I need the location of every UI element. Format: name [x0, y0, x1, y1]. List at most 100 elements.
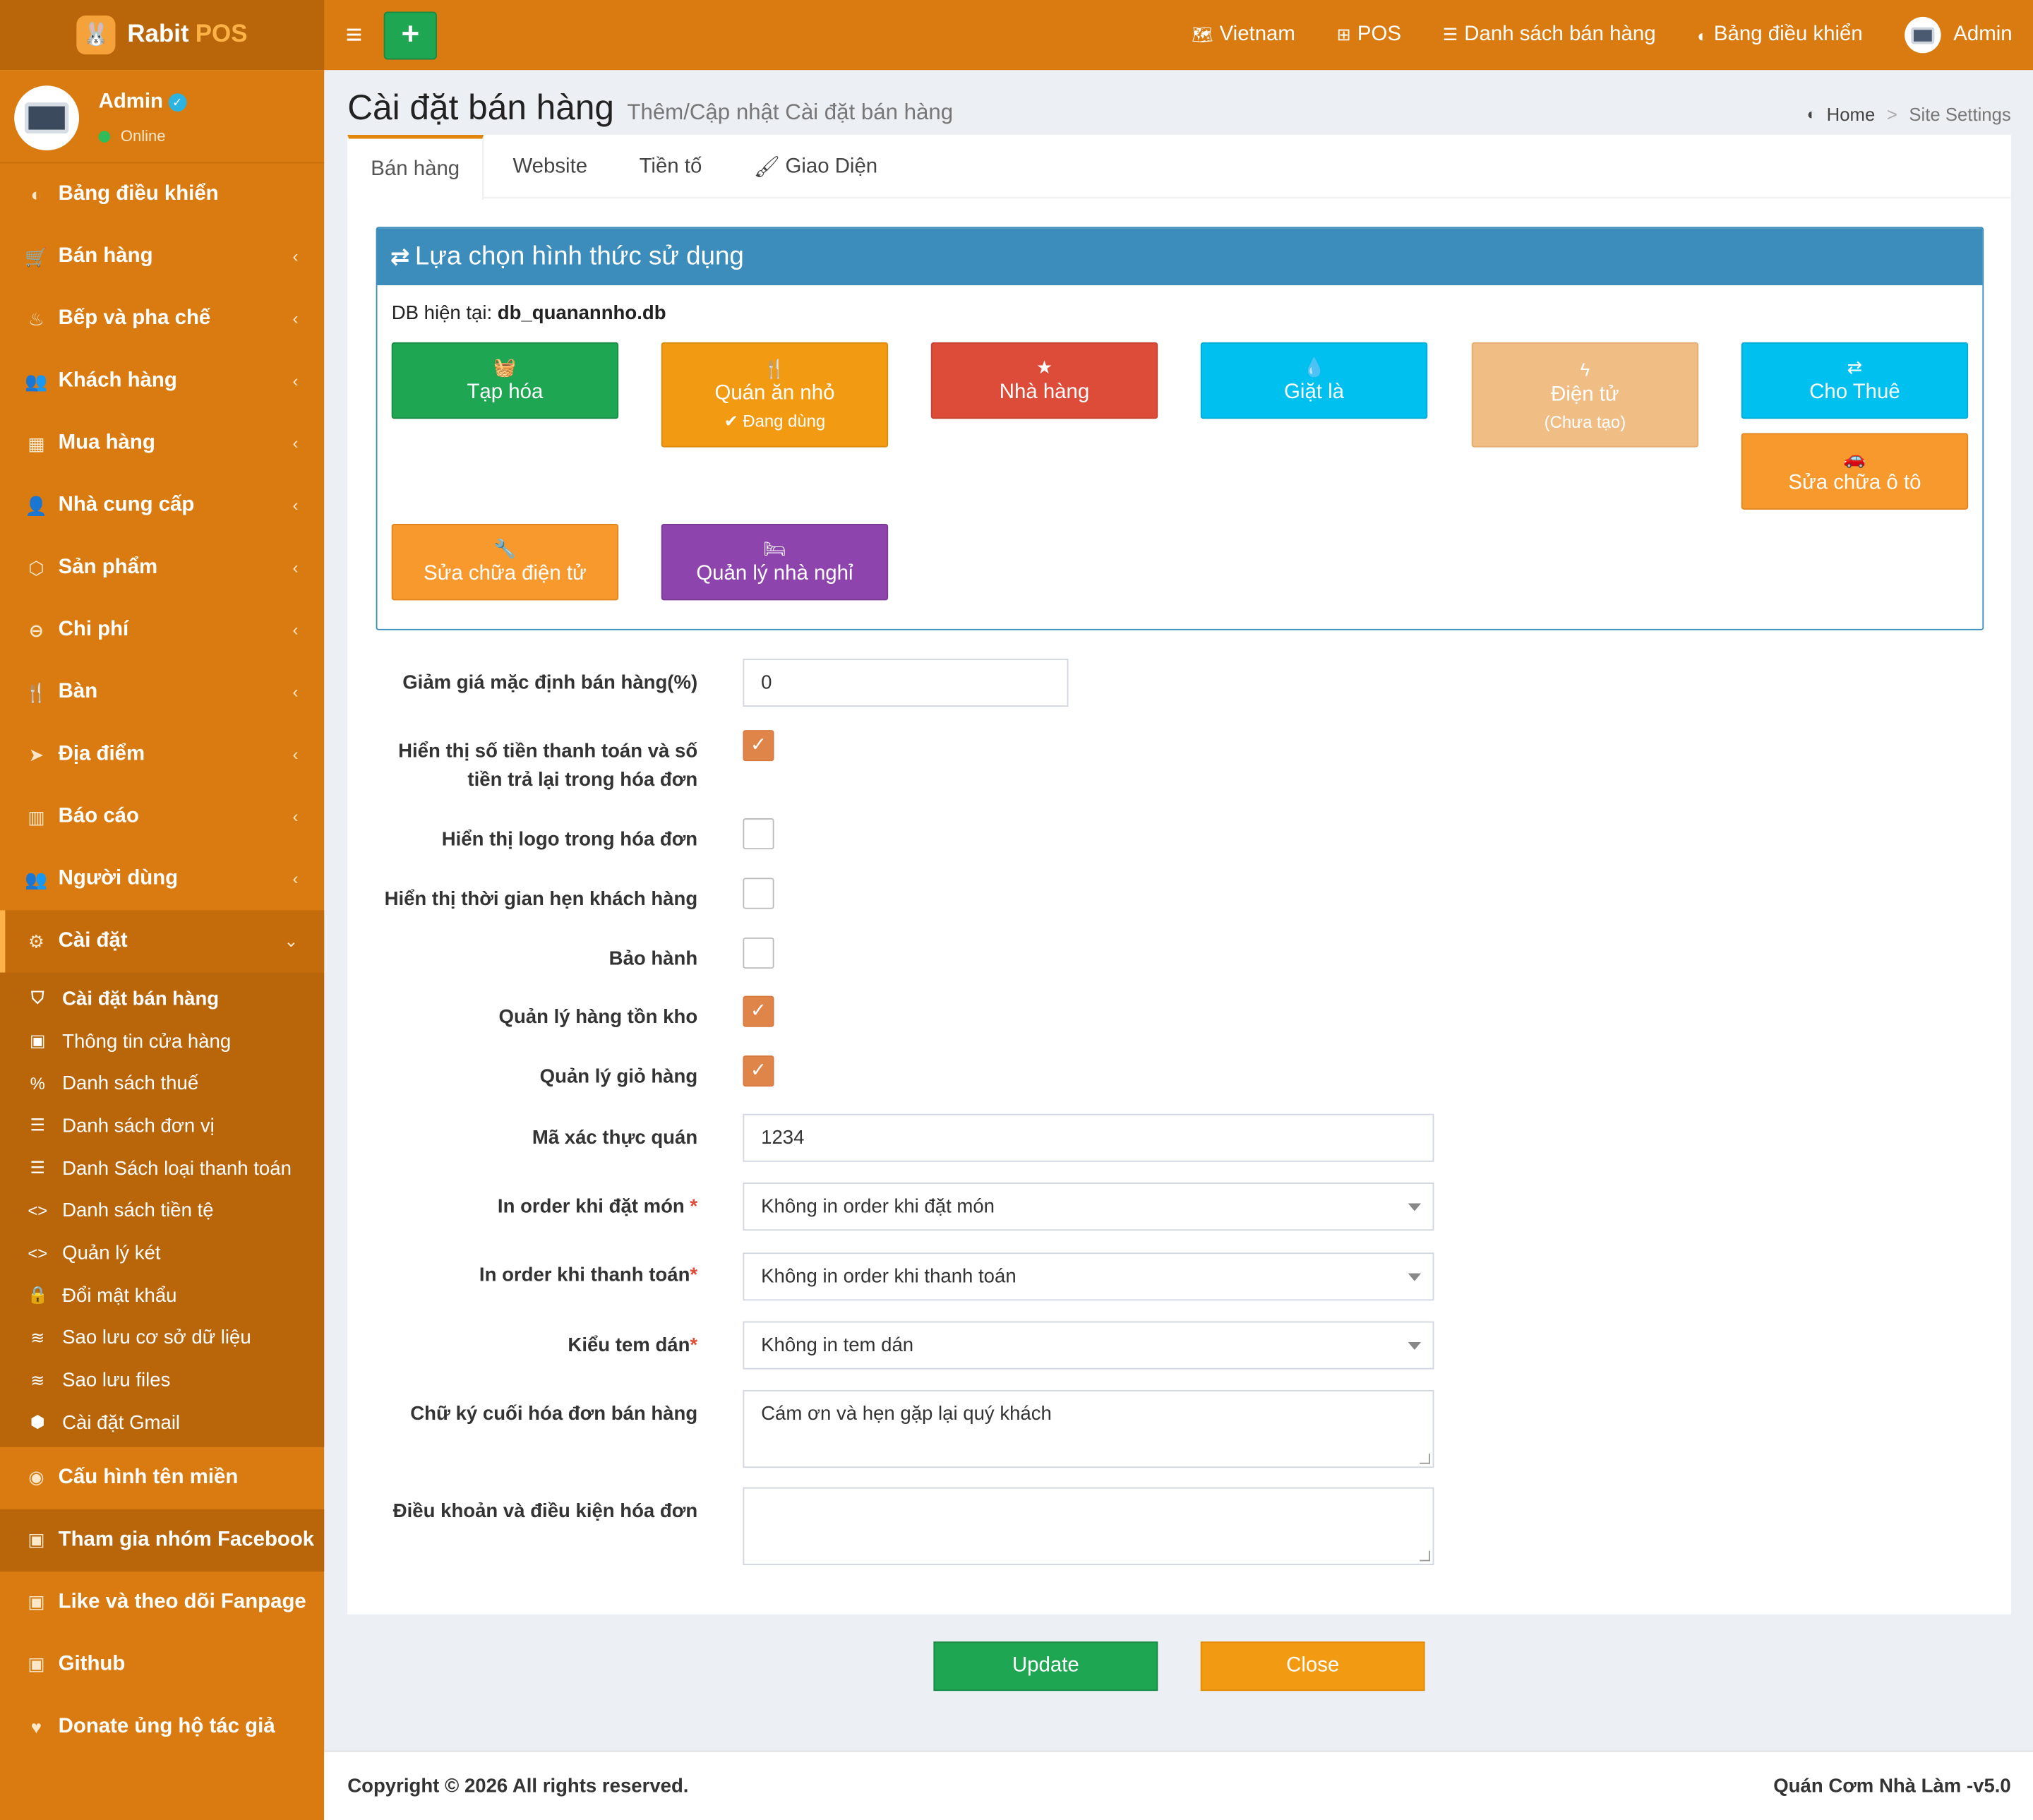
menu-toggle-icon[interactable]: ≡ — [341, 18, 367, 52]
breadcrumb-home[interactable]: Home — [1827, 104, 1876, 124]
submenu-item-backup-files[interactable]: ≋ Sao lưu files — [0, 1359, 324, 1401]
tab-sales[interactable]: Bán hàng — [347, 135, 484, 200]
submenu-item-backup-db[interactable]: ≋ Sao lưu cơ sở dữ liệu — [0, 1317, 324, 1359]
print-payment-select[interactable]: Không in order khi thanh toán — [743, 1252, 1434, 1301]
business-small-eatery-button[interactable]: 🍴 Quán ăn nhỏ ✔ Đang dùng — [661, 342, 889, 448]
minus-circle-icon: ⊖ — [28, 619, 44, 640]
submenu-item-change-password[interactable]: 🔒 Đổi mật khẩu — [0, 1274, 324, 1317]
submenu-item-label: Cài đặt bán hàng — [62, 988, 220, 1010]
code-input[interactable]: 1234 — [743, 1113, 1434, 1162]
signature-label: Chữ ký cuối hóa đơn bán hàng — [410, 1403, 698, 1425]
sidebar-item-locations[interactable]: ➤ Địa điểm ‹ — [0, 724, 324, 786]
sidebar-item-domain-config[interactable]: ◉ Cấu hình tên miền — [0, 1447, 324, 1509]
discount-label: Giảm giá mặc định bán hàng(%) — [402, 671, 698, 694]
terms-textarea[interactable] — [743, 1487, 1434, 1565]
chevron-left-icon: ‹ — [292, 557, 299, 577]
business-label: Sửa chữa điện tử — [424, 563, 587, 585]
print-order-label-text: In order khi đặt món — [497, 1195, 685, 1218]
business-restaurant-button[interactable]: ★ Nhà hàng — [930, 342, 1158, 419]
code-icon: <> — [28, 1243, 48, 1263]
utensils-icon: 🍴 — [763, 357, 786, 379]
sidebar-item-label: Cấu hình tên miền — [58, 1466, 239, 1488]
sidebar-item-purchases[interactable]: ▦ Mua hàng ‹ — [0, 412, 324, 474]
business-rental-button[interactable]: ⇄ Cho Thuê — [1741, 342, 1969, 419]
warranty-checkbox[interactable] — [743, 937, 774, 969]
sticker-label: Kiểu tem dán* — [347, 1331, 697, 1360]
online-dot-icon — [98, 130, 111, 143]
language-link[interactable]: 🗺 Vietnam — [1192, 23, 1295, 47]
submenu-item-taxes[interactable]: % Danh sách thuế — [0, 1062, 324, 1105]
app-root: 🐰 Rabit POS ≡ + 🗺 Vietnam ⊞ POS ☰ Danh s… — [0, 0, 2033, 1820]
chevron-left-icon: ‹ — [292, 433, 299, 453]
submenu-item-payment-types[interactable]: ☰ Danh Sách loại thanh toán — [0, 1147, 324, 1190]
sidebar-item-facebook-group[interactable]: ▣ Tham gia nhóm Facebook — [0, 1509, 325, 1571]
print-order-value: Không in order khi đặt món — [761, 1195, 995, 1218]
submenu-item-store-info[interactable]: ▣ Thông tin cửa hàng — [0, 1020, 324, 1062]
sidebar-item-tables[interactable]: 🍴 Bàn ‹ — [0, 661, 324, 724]
dashboard-link[interactable]: ◐ Bảng điều khiển — [1697, 23, 1862, 47]
business-motel-button[interactable]: 🛏 Quản lý nhà nghỉ — [661, 524, 889, 601]
resize-handle-icon[interactable] — [1420, 1550, 1430, 1562]
sidebar-item-fanpage[interactable]: ▣ Like và theo dõi Fanpage — [0, 1571, 324, 1633]
business-electronics-button[interactable]: ϟ Điện tử (Chưa tạo) — [1471, 342, 1699, 448]
sidebar-item-github[interactable]: ▣ Github — [0, 1633, 324, 1695]
user-menu[interactable]: Admin — [1904, 16, 2013, 54]
update-button[interactable]: Update — [933, 1641, 1158, 1692]
submenu-item-units[interactable]: ☰ Danh sách đơn vị — [0, 1105, 324, 1147]
business-electronics-repair-button[interactable]: 🔧 Sửa chữa điện tử — [391, 524, 619, 601]
business-label: Sửa chữa ô tô — [1788, 472, 1921, 494]
close-button[interactable]: Close — [1200, 1641, 1425, 1692]
submenu-item-label: Danh sách đơn vị — [62, 1115, 215, 1137]
sidebar-item-dashboard[interactable]: ◐ Bảng điều khiển — [0, 163, 324, 225]
warranty-label: Bảo hành — [608, 947, 698, 970]
business-laundry-button[interactable]: 💧 Giặt là — [1200, 342, 1428, 419]
submenu-item-currencies[interactable]: <> Danh sách tiền tệ — [0, 1190, 324, 1232]
sidebar-item-customers[interactable]: 👥 Khách hàng ‹ — [0, 350, 324, 412]
logo[interactable]: 🐰 Rabit POS — [0, 0, 325, 71]
sidebar-item-donate[interactable]: ♥ Donate ủng hộ tác giả — [0, 1696, 324, 1758]
user-name-row: Admin ✓ — [98, 90, 187, 114]
print-order-select[interactable]: Không in order khi đặt món — [743, 1183, 1434, 1231]
briefcase-icon: ▣ — [28, 1528, 45, 1550]
submenu-item-cash-drawer[interactable]: <> Quản lý két — [0, 1232, 324, 1274]
sales-list-link[interactable]: ☰ Danh sách bán hàng — [1443, 23, 1656, 47]
add-button[interactable]: + — [383, 11, 437, 60]
sidebar-item-label: Donate ủng hộ tác giả — [58, 1715, 275, 1737]
show-paid-checkbox[interactable]: ✓ — [743, 730, 774, 762]
user-menu-label: Admin — [1953, 23, 2013, 46]
submenu-item-label: Đổi mật khẩu — [62, 1284, 177, 1307]
submenu-item-sales-settings[interactable]: ⛉ Cài đặt bán hàng — [0, 978, 324, 1020]
sidebar-item-settings[interactable]: ⚙ Cài đặt ⌄ — [0, 910, 325, 973]
cart-icon: 🛒 — [25, 246, 48, 267]
top-nav: 🗺 Vietnam ⊞ POS ☰ Danh sách bán hàng ◐ B… — [1150, 0, 2013, 70]
inventory-checkbox[interactable]: ✓ — [743, 995, 774, 1027]
bed-icon: 🛏 — [763, 538, 786, 559]
resize-handle-icon[interactable] — [1420, 1453, 1430, 1464]
business-car-repair-button[interactable]: 🚗 Sửa chữa ô tô — [1741, 433, 1969, 510]
signature-textarea[interactable]: Cám ơn và hẹn gặp lại quý khách — [743, 1389, 1434, 1468]
sticker-select[interactable]: Không in tem dán — [743, 1321, 1434, 1370]
sidebar-item-label: Khách hàng — [58, 369, 177, 392]
sidebar-item-expenses[interactable]: ⊖ Chi phí ‹ — [0, 599, 324, 661]
tab-website[interactable]: Website — [491, 135, 609, 198]
tab-prefix[interactable]: Tiền tố — [617, 135, 724, 198]
dropdown-arrow-icon — [1408, 1342, 1422, 1351]
show-time-checkbox[interactable] — [743, 878, 774, 909]
submenu-item-label: Sao lưu files — [62, 1369, 171, 1391]
submenu-item-gmail-settings[interactable]: ⬢ Cài đặt Gmail — [0, 1401, 324, 1444]
user-status: Online — [98, 127, 166, 145]
pos-link[interactable]: ⊞ POS — [1337, 23, 1401, 47]
show-logo-checkbox[interactable] — [743, 818, 774, 850]
cart-checkbox[interactable]: ✓ — [743, 1055, 774, 1087]
sidebar-item-products[interactable]: ⬡ Sản phẩm ‹ — [0, 537, 324, 599]
sidebar-item-kitchen[interactable]: ♨ Bếp và pha chế ‹ — [0, 288, 324, 350]
sidebar-item-users[interactable]: 👥 Người dùng ‹ — [0, 848, 324, 910]
user-name: Admin — [98, 90, 164, 113]
sidebar-item-reports[interactable]: ▥ Báo cáo ‹ — [0, 786, 324, 848]
sidebar-item-suppliers[interactable]: 👤 Nhà cung cấp ‹ — [0, 474, 324, 537]
discount-input[interactable]: 0 — [743, 659, 1069, 707]
sidebar-item-label: Bán hàng — [58, 245, 153, 268]
tab-theme[interactable]: 🖌 Giao Diện — [732, 135, 900, 198]
sidebar-item-sales[interactable]: 🛒 Bán hàng ‹ — [0, 226, 324, 288]
business-grocery-button[interactable]: 🧺 Tạp hóa — [391, 342, 619, 419]
